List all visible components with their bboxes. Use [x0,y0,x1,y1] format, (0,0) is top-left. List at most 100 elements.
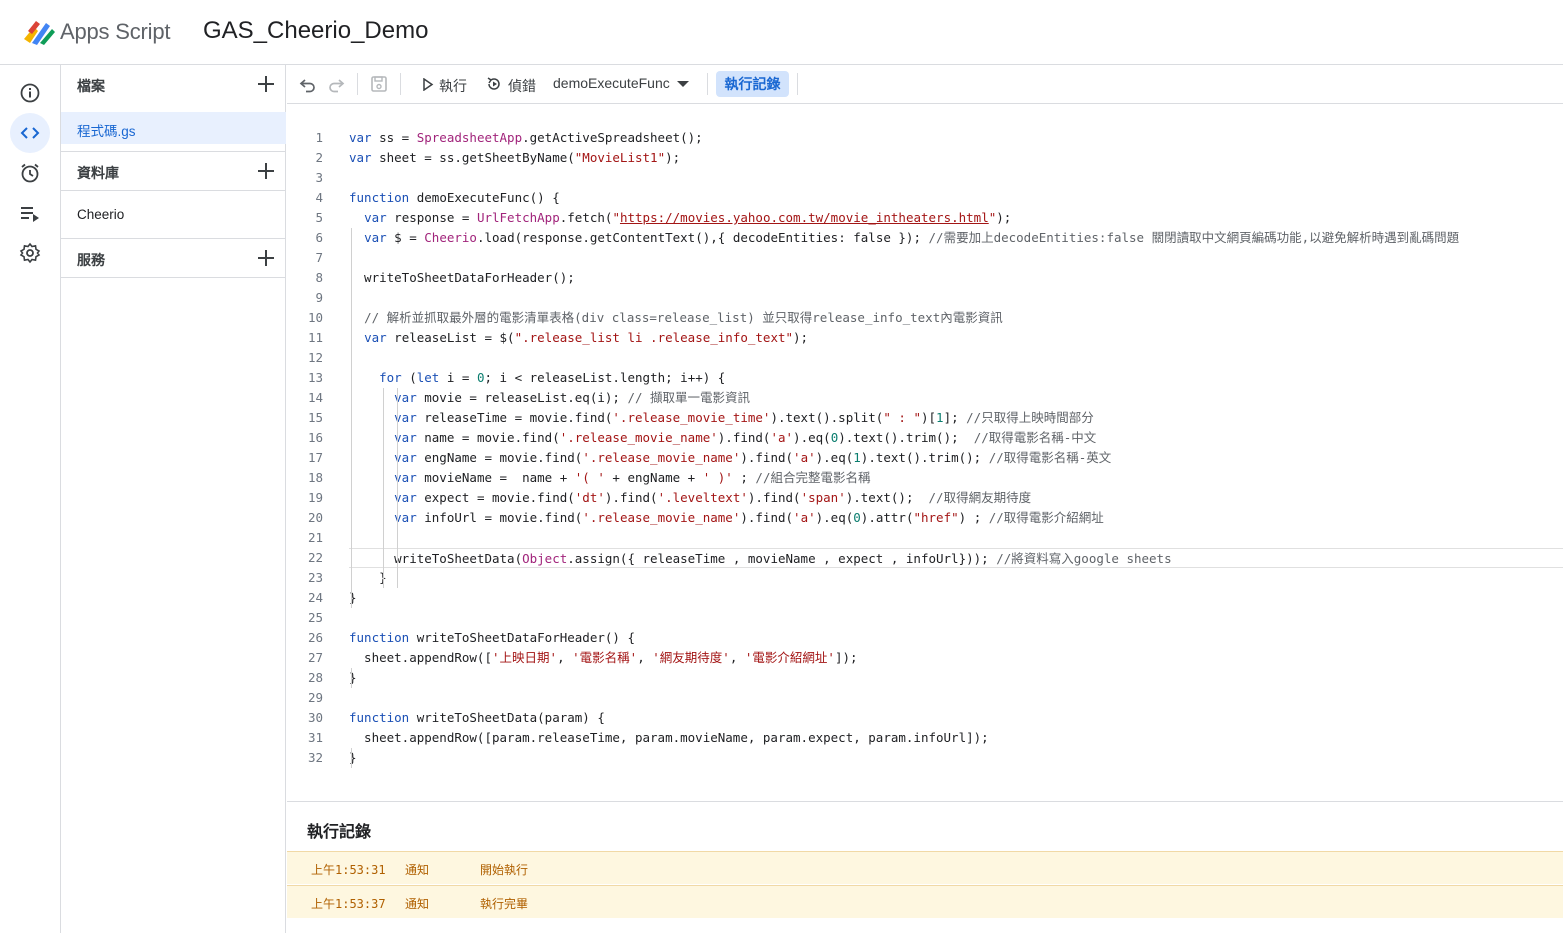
libraries-section-title: 資料庫 [77,165,119,181]
indent-guide [351,748,352,768]
code-line[interactable]: var movieName = name + '( ' + engName + … [349,468,1559,488]
left-rail [0,65,61,933]
add-file-icon[interactable] [256,74,276,94]
editor-button[interactable] [10,113,50,153]
line-number: 28 [307,670,323,685]
add-service-icon[interactable] [256,248,276,268]
line-number: 1 [315,130,323,145]
code-line[interactable]: } [349,568,1559,588]
code-line[interactable]: var name = movie.find('.release_movie_na… [349,428,1559,448]
app-brand: Apps Script [60,19,171,44]
libraries-section-header: 資料庫 [61,152,286,190]
code-line[interactable]: var movie = releaseList.eq(i); // 擷取單一電影… [349,388,1559,408]
indent-guide [397,388,398,588]
execution-log-panel: 執行記錄 上午1:53:31 通知 開始執行 上午1:53:37 通知 執行完畢 [287,801,1563,933]
log-message: 開始執行 [480,863,529,877]
file-item-code-gs[interactable]: 程式碼.gs [61,112,286,144]
line-number: 24 [307,590,323,605]
line-number: 32 [307,750,323,765]
line-number: 31 [307,730,323,745]
save-icon[interactable] [370,75,388,93]
execution-log-title: 執行記錄 [307,824,372,841]
line-number: 10 [307,310,323,325]
code-line[interactable]: } [349,588,1559,608]
line-number: 23 [307,570,323,585]
code-line[interactable] [349,168,1559,188]
files-panel: 檔案 程式碼.gs 資料庫 Cheerio 服務 [61,65,286,933]
code-line[interactable]: sheet.appendRow(['上映日期', '電影名稱', '網友期待度'… [349,648,1559,668]
apps-script-logo[interactable] [22,17,56,47]
code-line[interactable]: var engName = movie.find('.release_movie… [349,448,1559,468]
code-line[interactable] [349,348,1559,368]
code-line[interactable]: } [349,668,1559,688]
log-level: 通知 [405,863,430,877]
code-line[interactable] [349,528,1559,548]
run-button[interactable]: 執行 [417,65,472,104]
code-line[interactable]: var releaseTime = movie.find('.release_m… [349,408,1559,428]
function-select-value: demoExecuteFunc [553,75,670,91]
line-number: 12 [307,350,323,365]
triggers-button[interactable] [10,153,50,193]
gear-icon [19,242,41,264]
code-line[interactable]: var response = UrlFetchApp.fetch("https:… [349,208,1559,228]
code-line[interactable] [349,248,1559,268]
debug-label: 偵錯 [508,78,536,94]
settings-button[interactable] [10,233,50,273]
executions-button[interactable] [10,193,50,233]
redo-icon[interactable] [327,75,345,93]
line-number: 22 [307,550,323,565]
code-line[interactable] [349,608,1559,628]
log-time: 上午1:53:37 [311,897,386,911]
line-number: 30 [307,710,323,725]
code-line[interactable] [349,688,1559,708]
project-title[interactable]: GAS_Cheerio_Demo [203,17,428,45]
indent-guide [351,228,352,608]
log-message: 執行完畢 [480,897,529,911]
line-number: 20 [307,510,323,525]
line-number: 15 [307,410,323,425]
line-number: 9 [315,290,323,305]
overview-button[interactable] [10,73,50,113]
code-lines[interactable]: var ss = SpreadsheetApp.getActiveSpreads… [349,128,1563,768]
code-line[interactable]: var $ = Cheerio.load(response.getContent… [349,228,1559,248]
code-line[interactable]: var expect = movie.find('dt').find('.lev… [349,488,1559,508]
app-header: Apps Script GAS_Cheerio_Demo [0,0,1563,65]
code-line[interactable]: var sheet = ss.getSheetByName("MovieList… [349,148,1559,168]
code-line[interactable]: // 解析並抓取最外層的電影清單表格(div class=release_lis… [349,308,1559,328]
indent-guide [351,668,352,688]
code-editor[interactable]: 1 2 3 4 5 6 7 8 9 10 11 12 13 14 15 16 17 18 19 20 21 22 23 24 2… [287,104,1563,801]
code-line[interactable]: var infoUrl = movie.find('.release_movie… [349,508,1559,528]
code-line[interactable]: } [349,748,1559,768]
execution-log-button[interactable]: 執行記錄 [716,71,789,97]
editor-toolbar: 執行 偵錯 demoExecuteFunc 執行記錄 [287,65,1563,104]
function-select[interactable]: demoExecuteFunc [553,75,689,91]
code-line[interactable]: sheet.appendRow([param.releaseTime, para… [349,728,1559,748]
line-number: 2 [315,150,323,165]
run-label: 執行 [439,78,467,94]
line-number: 4 [315,190,323,205]
code-line[interactable]: for (let i = 0; i < releaseList.length; … [349,368,1559,388]
indent-guide [383,388,384,588]
services-section-header: 服務 [61,239,286,277]
line-number: 13 [307,370,323,385]
line-number: 17 [307,450,323,465]
code-icon [20,127,40,139]
add-library-icon[interactable] [256,161,276,181]
code-line[interactable]: function writeToSheetDataForHeader() { [349,628,1559,648]
code-line[interactable]: writeToSheetData(Object.assign({ release… [349,548,1563,568]
line-number: 19 [307,490,323,505]
code-line[interactable]: writeToSheetDataForHeader(); [349,268,1559,288]
code-line[interactable]: var releaseList = $(".release_list li .r… [349,328,1559,348]
log-time: 上午1:53:31 [311,863,386,877]
toolbar-separator [797,73,798,95]
undo-icon[interactable] [299,75,317,93]
code-line[interactable]: function demoExecuteFunc() { [349,188,1559,208]
line-number-gutter: 1 2 3 4 5 6 7 8 9 10 11 12 13 14 15 16 17 18 19 20 21 22 23 24 2… [287,128,323,768]
code-line[interactable]: function writeToSheetData(param) { [349,708,1559,728]
line-number: 25 [307,610,323,625]
debug-button[interactable]: 偵錯 [483,65,538,104]
library-item-cheerio[interactable]: Cheerio [61,199,286,231]
code-line[interactable]: var ss = SpreadsheetApp.getActiveSpreads… [349,128,1559,148]
toolbar-separator [357,73,358,95]
code-line[interactable] [349,288,1559,308]
